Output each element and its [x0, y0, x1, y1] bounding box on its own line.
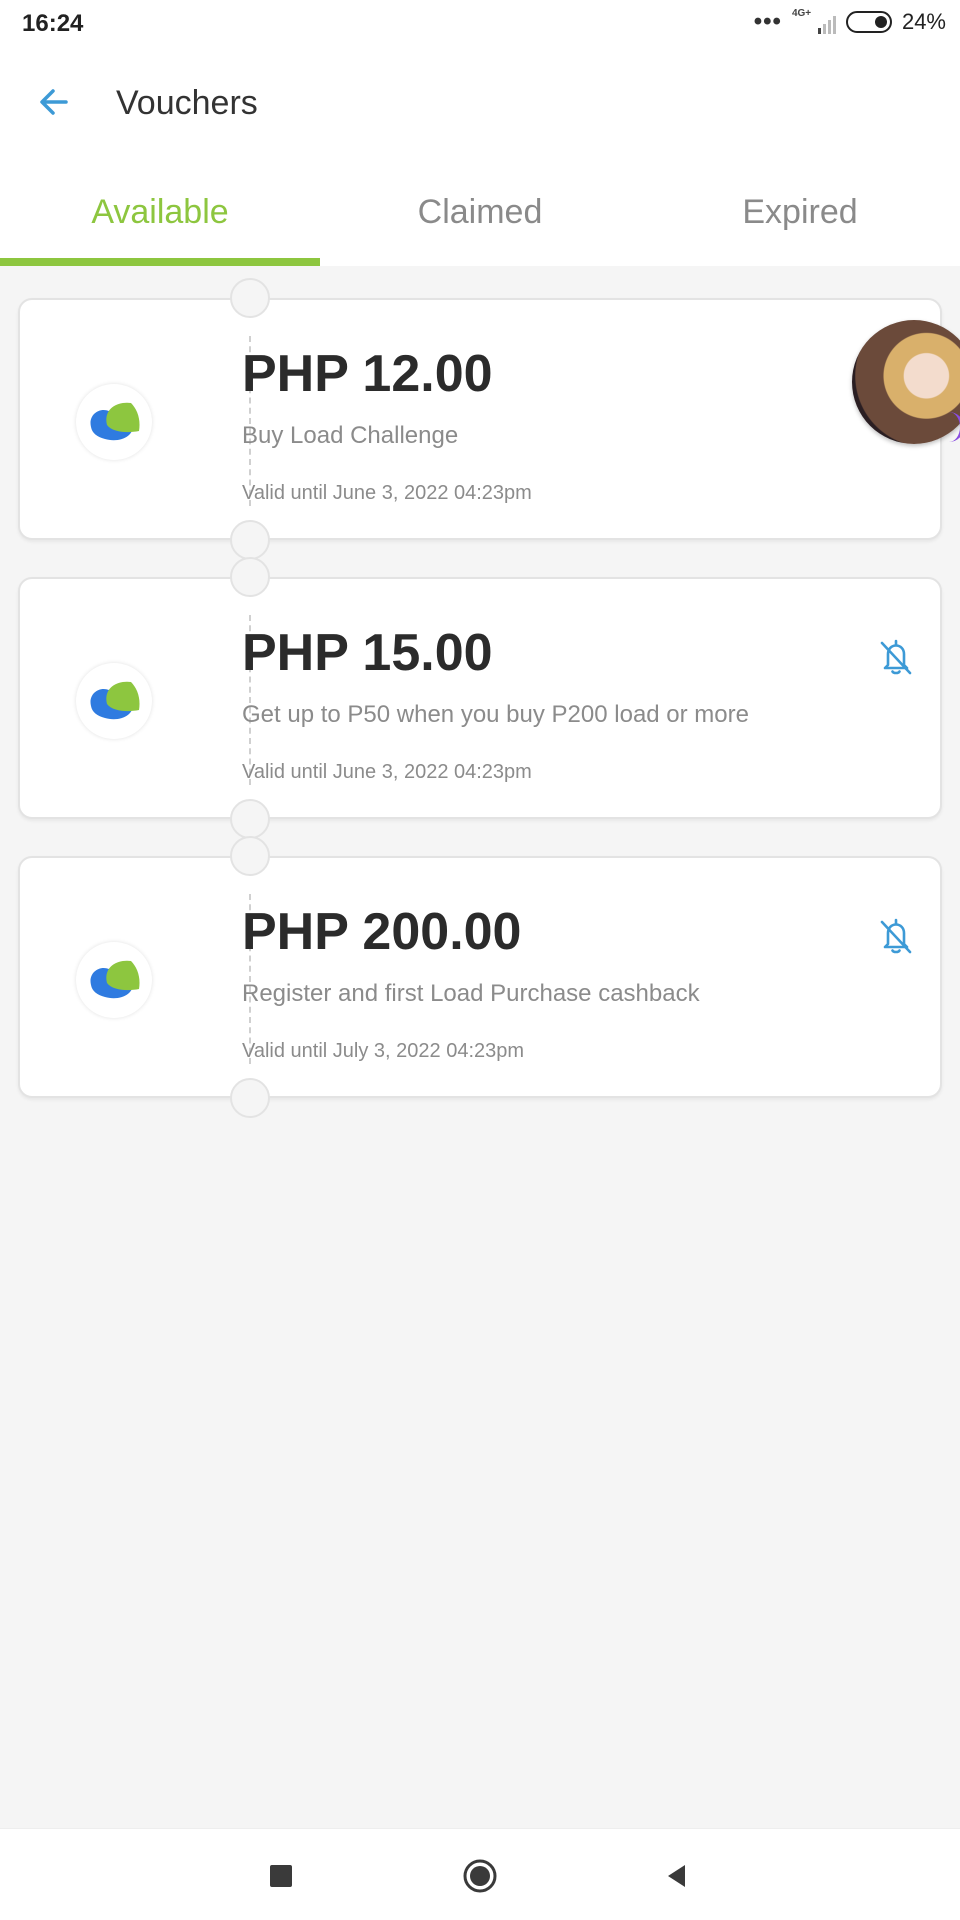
- status-icons: ••• 4G+ 24%: [754, 8, 946, 36]
- bell-off-button[interactable]: [874, 914, 918, 958]
- voucher-description: Register and first Load Purchase cashbac…: [242, 980, 700, 1007]
- tab-available[interactable]: Available: [0, 158, 320, 266]
- brand-logo-icon: [76, 942, 152, 1018]
- recent-apps-button[interactable]: [256, 1851, 306, 1901]
- voucher-description: Buy Load Challenge: [242, 422, 459, 449]
- tab-claimed[interactable]: Claimed: [320, 158, 640, 266]
- voucher-description: Get up to P50 when you buy P200 load or …: [242, 701, 749, 728]
- brand-logo-icon: [76, 384, 152, 460]
- voucher-validity: Valid until July 3, 2022 04:23pm: [242, 1040, 525, 1062]
- voucher-validity: Valid until June 3, 2022 04:23pm: [242, 482, 532, 504]
- bell-off-icon: [880, 918, 912, 954]
- avatar-edge-indicator: [946, 412, 960, 442]
- home-icon: [463, 1859, 497, 1893]
- brand-logo-icon: [76, 663, 152, 739]
- app-bar: Vouchers: [0, 48, 960, 158]
- back-button[interactable]: [28, 76, 80, 128]
- voucher-amount: PHP 200.00: [242, 903, 522, 961]
- battery-icon: [845, 11, 892, 33]
- voucher-card[interactable]: PHP 15.00 Get up to P50 when you buy P20…: [18, 557, 942, 839]
- home-button[interactable]: [455, 1851, 505, 1901]
- tab-expired[interactable]: Expired: [640, 158, 960, 266]
- status-time: 16:24: [22, 10, 84, 37]
- signal-icon: 4G+: [792, 8, 836, 36]
- voucher-tabs: Available Claimed Expired: [0, 158, 960, 266]
- arrow-left-icon: [40, 89, 68, 115]
- voucher-card[interactable]: PHP 12.00 Buy Load Challenge Valid until…: [18, 278, 942, 560]
- vouchers-screen: 16:24 ••• 4G+ 24% Vouchers Available Cla…: [0, 0, 960, 1920]
- nav-back-button[interactable]: [652, 1851, 702, 1901]
- system-nav-bar: [0, 1828, 960, 1920]
- page-title: Vouchers: [116, 84, 258, 122]
- battery-percent: 24%: [901, 9, 946, 34]
- voucher-card[interactable]: PHP 200.00 Register and first Load Purch…: [18, 836, 942, 1118]
- bell-off-icon: [880, 639, 912, 675]
- back-icon: [668, 1865, 685, 1887]
- network-type: 4G+: [791, 8, 812, 19]
- notification-dots-icon: •••: [753, 8, 782, 35]
- status-bar: 16:24 ••• 4G+ 24%: [0, 0, 960, 48]
- voucher-amount: PHP 15.00: [242, 624, 493, 682]
- voucher-amount: PHP 12.00: [242, 345, 493, 403]
- bell-off-button[interactable]: [874, 635, 918, 679]
- recent-apps-icon: [270, 1865, 292, 1887]
- voucher-validity: Valid until June 3, 2022 04:23pm: [242, 761, 532, 783]
